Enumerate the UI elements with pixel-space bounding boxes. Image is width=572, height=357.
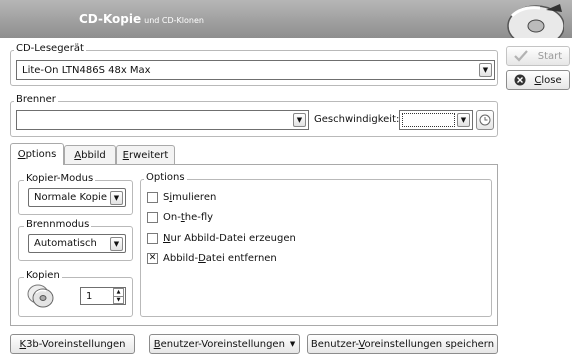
header-subtitle: und CD-Klonen [144,16,204,25]
checkbox-box [147,232,158,244]
k3b-defaults-label: K3b-Voreinstellungen [19,338,126,350]
delete-image-checkbox[interactable]: ✕ Abbild-Datei entfernen [147,251,277,265]
start-button-label: Start [537,50,563,62]
clock-icon [479,114,491,126]
user-defaults-label: Benutzer-Voreinstellungen [153,338,285,350]
tab-abbild[interactable]: Abbild [64,145,116,165]
chevron-down-icon: ▼ [457,113,470,127]
write-mode-select[interactable]: Automatisch ▼ [28,234,126,253]
copy-mode-legend: Kopier-Modus [24,173,96,184]
save-user-defaults-button[interactable]: Benutzer-Voreinstellungen speichern [307,334,498,354]
options-legend: Options [144,172,187,183]
tab-options-label: Options [17,149,57,160]
close-button-label: Close [534,74,562,86]
tab-options[interactable]: Options [10,143,64,165]
header-title-text: CD-Kopie [79,12,142,26]
copy-mode-value: Normale Kopie [34,192,107,203]
on-the-fly-checkbox[interactable]: On-the-fly [147,210,213,224]
checkbox-box [147,191,158,203]
copies-spinbox[interactable]: 1 ▲ ▼ [80,287,126,305]
tab-erweitert-label: Erweitert [122,150,169,161]
burner-select[interactable]: ▼ [16,110,309,130]
chevron-down-icon: ▼ [110,190,123,205]
checkbox-box: ✕ [147,252,158,264]
cd-stack-icon [27,284,54,308]
chevron-down-icon: ▼ [110,236,123,251]
header-title: CD-Kopie und CD-Klonen [79,12,204,26]
checkbox-box [147,211,158,223]
delete-image-label: Abbild-Datei entfernen [163,252,277,264]
copies-value: 1 [86,290,93,302]
simulate-checkbox[interactable]: Simulieren [147,190,216,204]
burner-legend: Brenner [14,94,58,105]
close-icon [514,74,526,86]
speed-select-value [402,113,455,127]
reader-legend: CD-Lesegerät [14,43,86,54]
reader-select-value: Lite-On LTN486S 48x Max [22,64,151,76]
cd-logo-icon [507,4,564,38]
save-user-defaults-label: Benutzer-Voreinstellungen speichern [310,338,495,350]
on-the-fly-label: On-the-fly [163,211,214,223]
close-button[interactable]: Close [506,70,570,90]
image-only-label: Nur Abbild-Datei erzeugen [163,232,296,244]
simulate-label: Simulieren [163,191,217,203]
tab-erweitert[interactable]: Erweitert [116,145,175,165]
refresh-speed-button[interactable] [476,110,494,130]
spin-down-button[interactable]: ▼ [113,296,124,304]
write-mode-legend: Brennmodus [24,219,92,230]
image-only-checkbox[interactable]: Nur Abbild-Datei erzeugen [147,231,296,245]
dialog-header: CD-Kopie und CD-Klonen [0,0,572,38]
speed-select[interactable]: ▼ [399,110,473,130]
reader-select[interactable]: Lite-On LTN486S 48x Max ▼ [16,60,495,80]
copy-mode-select[interactable]: Normale Kopie ▼ [28,188,126,207]
chevron-down-icon: ▼ [289,340,296,348]
start-button[interactable]: Start [506,46,570,66]
speed-label: Geschwindigkeit: [314,114,400,125]
user-defaults-button[interactable]: Benutzer-Voreinstellungen ▼ [149,334,300,354]
k3b-defaults-button[interactable]: K3b-Voreinstellungen [10,334,135,354]
copies-legend: Kopien [24,270,62,281]
spin-up-button[interactable]: ▲ [113,288,124,297]
chevron-down-icon: ▼ [479,63,492,77]
write-mode-value: Automatisch [34,238,97,249]
checkmark-icon [514,50,528,62]
tab-abbild-label: Abbild [74,150,106,161]
chevron-down-icon: ▼ [293,113,306,127]
spin-buttons: ▲ ▼ [113,288,124,304]
